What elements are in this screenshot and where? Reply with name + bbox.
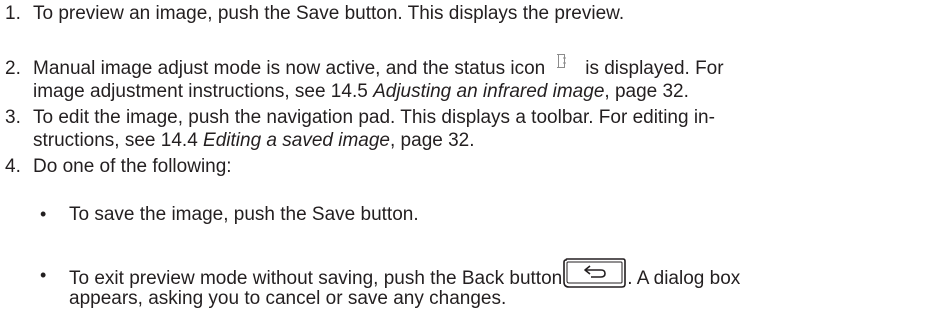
step-text-line-1: To edit the image, push the navigation p… [33,107,715,128]
option-text-part: To exit preview mode without saving, pus… [69,268,563,290]
step-text-line-1: Manual image adjust mode is now active, … [33,54,724,80]
bullet: • [40,265,47,285]
step-2: 2. Manual image adjust mode is now activ… [0,54,931,103]
step-text: Do one of the following: [33,156,232,177]
option-text-part: . A dialog box [627,268,741,290]
step-text: To preview an image, push the Save butto… [33,3,625,24]
option-exit-preview: • To exit preview mode without saving, p… [0,258,931,310]
step-number: 2. [5,58,21,79]
option-text: To save the image, push the Save button. [69,204,419,225]
step-text-part: , page 32. [390,130,475,151]
back-button-icon [563,258,627,288]
step-number: 1. [5,3,21,24]
step-number: 4. [5,156,21,177]
section-reference-title: Editing a saved image [203,130,390,151]
step-text-part: is displayed. For [585,58,724,79]
manual-adjust-status-icon [557,51,567,68]
step-text-line-2: image adjustment instructions, see 14.5 … [33,80,689,103]
section-reference-title: Adjusting an infrared image [373,81,605,102]
step-4: 4. Do one of the following: [0,155,931,178]
step-text-part: Manual image adjust mode is now active, … [33,58,546,79]
step-text-line-2: structions, see 14.4 Editing a saved ima… [33,129,475,152]
step-text-part: , page 32. [604,81,689,102]
step-text-part: image adjustment instructions, see 14.5 [33,81,374,102]
step-3: 3. To edit the image, push the navigatio… [0,106,931,152]
option-text-line-2: appears, asking you to cancel or save an… [69,288,507,309]
bullet: • [40,204,47,224]
step-1: 1. To preview an image, push the Save bu… [0,2,931,25]
step-number: 3. [5,107,21,128]
step-text-part: structions, see 14.4 [33,130,204,151]
option-save: • To save the image, push the Save butto… [0,203,931,226]
